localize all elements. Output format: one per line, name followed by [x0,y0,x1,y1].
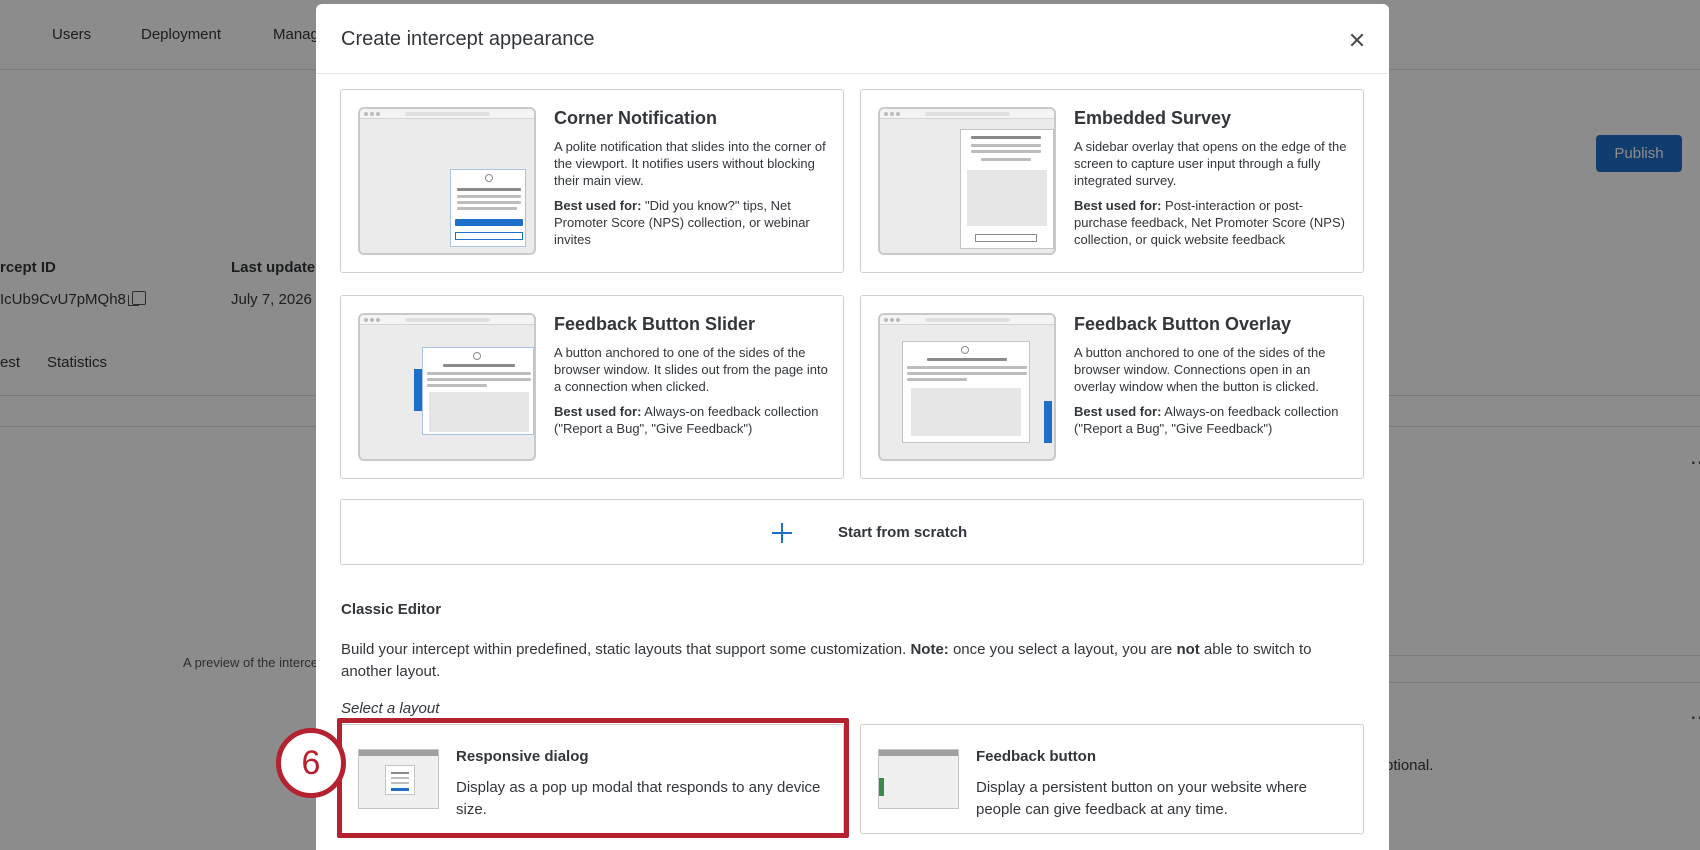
select-layout-label: Select a layout [341,700,440,717]
card-title: Feedback Button Overlay [1074,314,1292,334]
embedded-survey-thumbnail [878,107,1056,255]
card-best-used: Best used for: Always-on feedback collec… [1074,404,1339,436]
card-description: A button anchored to one of the sides of… [554,345,828,394]
card-title: Corner Notification [554,108,718,128]
layout-description: Display a persistent button on your webs… [976,779,1308,818]
step-highlight-box [337,718,849,838]
card-embedded-survey[interactable]: Embedded Survey A sidebar overlay that o… [860,89,1364,273]
layout-feedback-button[interactable]: Feedback button Display a persistent but… [860,724,1364,834]
start-from-scratch-label: Start from scratch [838,524,968,541]
card-best-used: Best used for: Always-on feedback collec… [554,404,819,436]
card-description: A polite notification that slides into t… [554,139,826,188]
modal-title: Create intercept appearance [341,28,595,50]
step-number-badge: 6 [276,728,346,798]
layout-title: Feedback button [976,748,1097,765]
close-icon[interactable] [1342,25,1372,55]
start-from-scratch-button[interactable]: Start from scratch [340,499,1364,565]
corner-notification-thumbnail [358,107,536,255]
card-best-used: Best used for: Post-interaction or post-… [1074,198,1345,247]
feedback-button-thumbnail [878,749,959,809]
card-corner-notification[interactable]: Corner Notification A polite notificatio… [340,89,844,273]
card-title: Feedback Button Slider [554,314,756,334]
plus-icon [772,523,792,543]
card-title: Embedded Survey [1074,108,1232,128]
feedback-slider-thumbnail [358,313,536,461]
card-best-used: Best used for: "Did you know?" tips, Net… [554,198,810,247]
classic-editor-heading: Classic Editor [341,601,442,618]
feedback-overlay-thumbnail [878,313,1056,461]
card-description: A sidebar overlay that opens on the edge… [1074,139,1347,188]
card-description: A button anchored to one of the sides of… [1074,345,1326,394]
modal-header: Create intercept appearance [316,4,1389,74]
card-feedback-button-slider[interactable]: Feedback Button Slider A button anchored… [340,295,844,479]
card-feedback-button-overlay[interactable]: Feedback Button Overlay A button anchore… [860,295,1364,479]
classic-editor-description: Build your intercept within predefined, … [341,641,1312,680]
